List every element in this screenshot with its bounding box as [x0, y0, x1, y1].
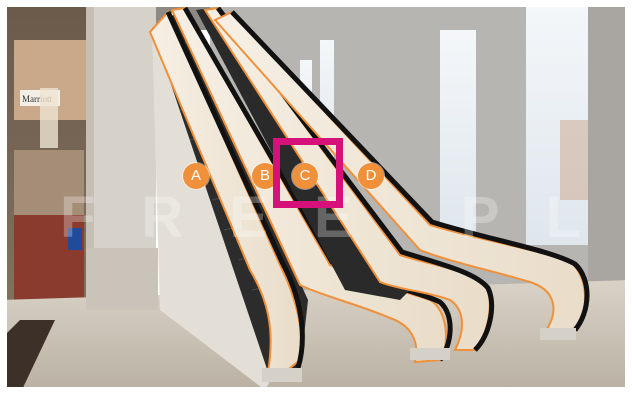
marker-a: A	[183, 163, 209, 189]
escalator-photo: Marriott FREE PL A B C D	[0, 0, 632, 394]
escalator-d-base	[540, 328, 576, 340]
hanging-lamp	[40, 88, 58, 148]
pillar-base	[86, 248, 158, 310]
escalator-b-base	[410, 348, 450, 360]
highlight-box	[273, 138, 343, 208]
escalator-a-base	[262, 368, 302, 382]
marker-d: D	[358, 163, 384, 189]
